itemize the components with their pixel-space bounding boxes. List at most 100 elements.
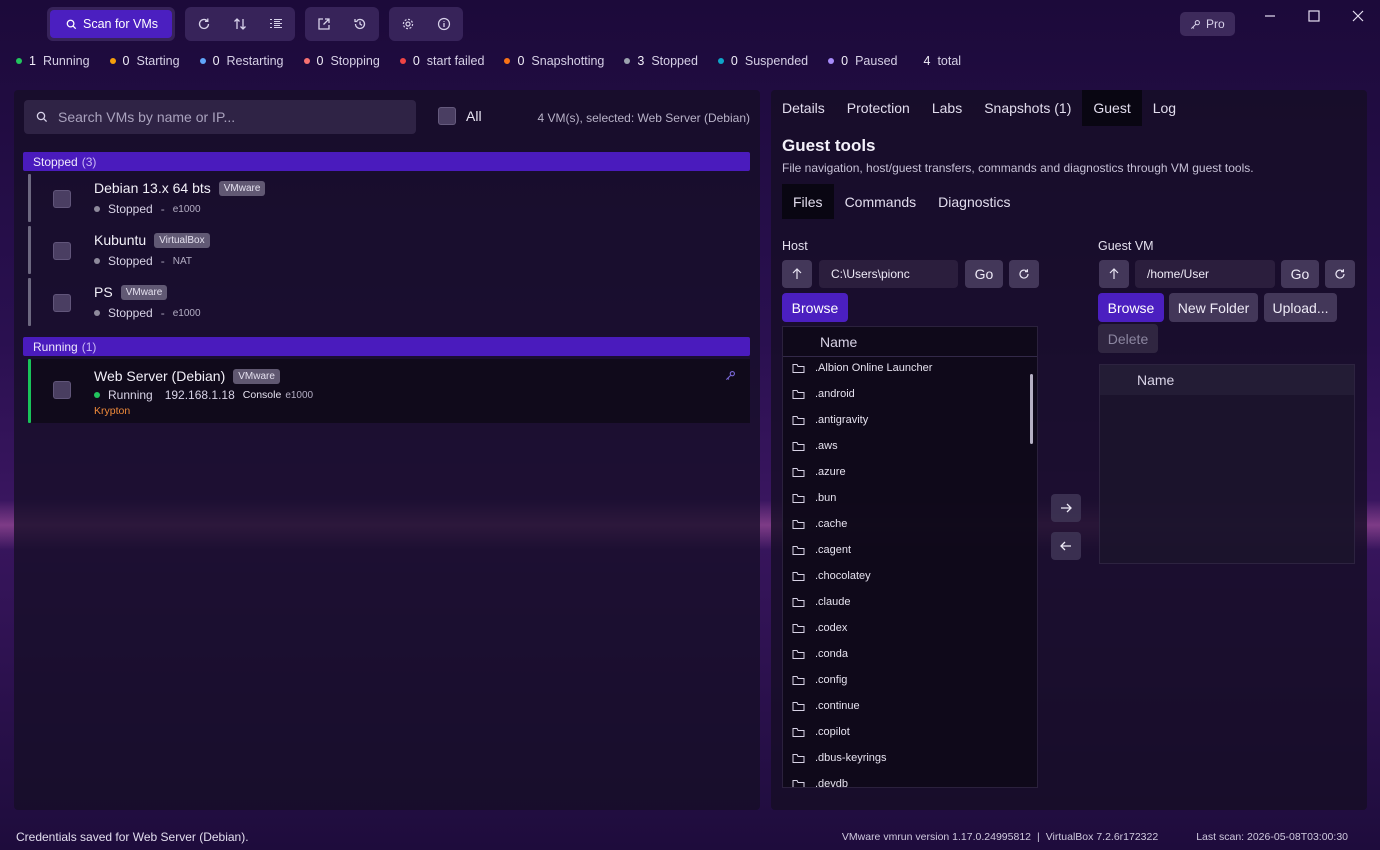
file-row[interactable]: .config — [783, 667, 1027, 693]
group-header-stopped[interactable]: Stopped (3) — [23, 152, 750, 171]
guest-path-input[interactable] — [1135, 260, 1275, 288]
folder-icon — [792, 519, 805, 529]
guest-up-button[interactable] — [1099, 260, 1129, 288]
file-row[interactable]: .claude — [783, 589, 1027, 615]
file-row[interactable]: .azure — [783, 459, 1027, 485]
tab-labs[interactable]: Labs — [921, 90, 973, 126]
file-row[interactable]: .chocolatey — [783, 563, 1027, 589]
credentials-key-icon[interactable] — [725, 369, 736, 384]
host-refresh-button[interactable] — [1009, 260, 1039, 288]
status-label: Paused — [855, 54, 898, 68]
search-input[interactable] — [58, 109, 398, 125]
group-header-running[interactable]: Running (1) — [23, 337, 750, 356]
vm-name: PS VMware — [94, 284, 168, 300]
file-row[interactable]: .devdb — [783, 771, 1027, 787]
virtualbox-version: VirtualBox 7.2.6r172322 — [1045, 831, 1159, 843]
upload-to-guest-button[interactable] — [1051, 494, 1081, 522]
tab-protection[interactable]: Protection — [836, 90, 921, 126]
vm-checkbox[interactable] — [53, 190, 71, 208]
guest-browse-button[interactable]: Browse — [1098, 293, 1164, 322]
file-row[interactable]: .dbus-keyrings — [783, 745, 1027, 771]
status-label: start failed — [426, 54, 485, 68]
arrow-right-icon — [1061, 503, 1072, 513]
toolbar-group-scan: Scan for VMs — [47, 7, 176, 41]
file-row[interactable]: .bun — [783, 485, 1027, 511]
file-name: .bun — [815, 492, 837, 504]
vm-state: Stopped — [108, 202, 153, 216]
host-go-button[interactable]: Go — [965, 260, 1003, 288]
file-row[interactable]: .aws — [783, 433, 1027, 459]
status-label: Starting — [136, 54, 180, 68]
vm-status-line: Stopped - e1000 — [94, 202, 201, 216]
vm-checkbox[interactable] — [53, 294, 71, 312]
file-row[interactable]: .Albion Online Launcher — [783, 355, 1027, 381]
vm-tag: Krypton — [94, 405, 131, 417]
file-row[interactable]: .android — [783, 381, 1027, 407]
folder-icon — [792, 363, 805, 373]
refresh-icon — [1335, 269, 1345, 279]
guest-vm-label: Guest VM — [1098, 239, 1154, 253]
scan-for-vms-button[interactable]: Scan for VMs — [50, 10, 173, 38]
status-dot — [94, 206, 100, 212]
tab-details[interactable]: Details — [771, 90, 836, 126]
status-count: 4 — [923, 54, 931, 68]
status-count: 0 — [517, 54, 525, 68]
guest-go-button[interactable]: Go — [1281, 260, 1319, 288]
file-row[interactable]: .conda — [783, 641, 1027, 667]
tab-snapshots[interactable]: Snapshots (1) — [973, 90, 1082, 126]
minimize-button[interactable] — [1259, 5, 1281, 27]
list-view-button[interactable] — [260, 10, 292, 38]
status-count: 0 — [412, 54, 420, 68]
vm-ip: 192.168.1.18 — [164, 388, 235, 402]
upload-button[interactable]: Upload... — [1264, 293, 1337, 322]
file-row[interactable]: .codex — [783, 615, 1027, 641]
file-row[interactable]: .cagent — [783, 537, 1027, 563]
download-to-host-button[interactable] — [1051, 532, 1081, 560]
vm-count-text: 4 VM(s), selected: Web Server (Debian) — [537, 111, 750, 125]
close-button[interactable] — [1347, 5, 1369, 27]
subtab-files[interactable]: Files — [782, 184, 834, 219]
host-up-button[interactable] — [782, 260, 812, 288]
tab-guest[interactable]: Guest — [1082, 90, 1142, 126]
folder-icon — [792, 779, 805, 787]
vm-checkbox[interactable] — [53, 381, 71, 399]
vm-checkbox[interactable] — [53, 242, 71, 260]
tab-log[interactable]: Log — [1142, 90, 1187, 126]
host-path-input[interactable] — [819, 260, 958, 288]
subtab-diagnostics[interactable]: Diagnostics — [927, 184, 1021, 219]
vm-row-debian[interactable]: Debian 13.x 64 bts VMware Stopped - e1000 — [28, 174, 750, 222]
file-row[interactable]: .copilot — [783, 719, 1027, 745]
about-button[interactable] — [428, 10, 460, 38]
vm-row-ps[interactable]: PS VMware Stopped - e1000 — [28, 278, 750, 326]
vm-network: e1000 — [285, 389, 314, 401]
select-all[interactable]: All — [438, 107, 482, 125]
folder-icon — [792, 493, 805, 503]
history-button[interactable] — [344, 10, 376, 38]
pro-button[interactable]: Pro — [1180, 12, 1235, 36]
guest-refresh-button[interactable] — [1325, 260, 1355, 288]
file-row[interactable]: .antigravity — [783, 407, 1027, 433]
open-external-button[interactable] — [308, 10, 340, 38]
file-row[interactable]: .continue — [783, 693, 1027, 719]
file-row[interactable]: .cache — [783, 511, 1027, 537]
host-scrollbar[interactable] — [1030, 374, 1033, 444]
host-name-column[interactable]: Name — [783, 327, 1037, 357]
console-link[interactable]: Console — [243, 389, 282, 401]
status-label: Stopped — [651, 54, 698, 68]
vm-row-kubuntu[interactable]: Kubuntu VirtualBox Stopped - NAT — [28, 226, 750, 274]
delete-button[interactable]: Delete — [1098, 324, 1158, 353]
sort-button[interactable] — [224, 10, 256, 38]
subtab-commands[interactable]: Commands — [834, 184, 928, 219]
maximize-button[interactable] — [1303, 5, 1325, 27]
new-folder-button[interactable]: New Folder — [1169, 293, 1258, 322]
settings-button[interactable] — [392, 10, 424, 38]
list-icon — [270, 18, 283, 29]
guest-name-column[interactable]: Name — [1100, 365, 1354, 395]
vm-row-web-server[interactable]: Web Server (Debian) VMware Running 192.168… — [28, 359, 750, 423]
select-all-checkbox[interactable] — [438, 107, 456, 125]
folder-icon — [792, 597, 805, 607]
refresh-button[interactable] — [188, 10, 220, 38]
select-all-label: All — [466, 108, 482, 124]
folder-icon — [792, 727, 805, 737]
host-browse-button[interactable]: Browse — [782, 293, 848, 322]
